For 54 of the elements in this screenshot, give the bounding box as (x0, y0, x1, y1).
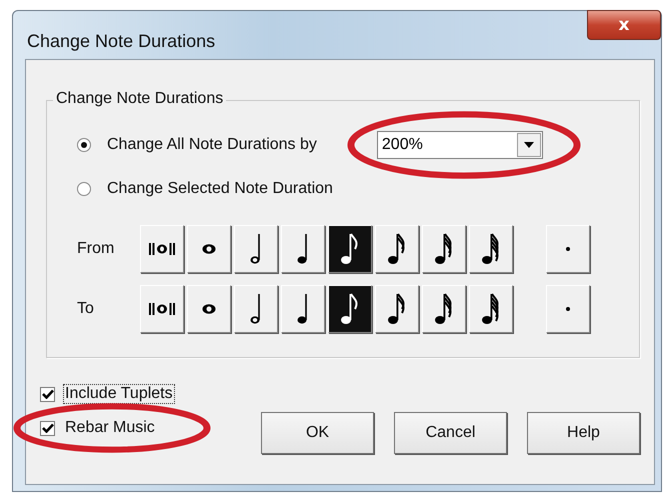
close-button[interactable]: x (587, 10, 661, 40)
thirty-second-note-icon (434, 293, 454, 325)
eighth-note-icon (340, 233, 360, 265)
note-button[interactable] (422, 285, 466, 333)
dialog-button[interactable]: Cancel (394, 412, 507, 454)
half-note-icon (250, 293, 262, 325)
checkmark-icon (42, 389, 54, 399)
note-button[interactable] (469, 225, 513, 273)
whole-note-icon (202, 244, 216, 254)
dialog-button[interactable]: OK (261, 412, 374, 454)
note-button[interactable] (422, 225, 466, 273)
checkbox-label: Rebar Music (64, 418, 156, 438)
checkbox[interactable] (40, 386, 55, 402)
percent-dropdown[interactable]: 200% (376, 131, 543, 159)
note-button[interactable] (375, 285, 419, 333)
note-button[interactable] (328, 225, 372, 273)
note-button[interactable] (234, 225, 278, 273)
radio-label: Change All Note Durations by (107, 136, 317, 154)
note-button[interactable] (187, 225, 231, 273)
note-button[interactable] (140, 225, 184, 273)
checkbox-label: Include Tuplets (63, 384, 175, 404)
radio-button[interactable] (77, 182, 91, 196)
note-button[interactable] (140, 285, 184, 333)
checkmark-icon (42, 423, 54, 433)
breve-note-icon (149, 303, 175, 315)
radio-label: Change Selected Note Duration (107, 180, 333, 198)
sixteenth-note-icon (387, 233, 407, 265)
whole-note-icon (202, 304, 216, 314)
sixty-fourth-note-icon (481, 233, 501, 265)
note-button[interactable] (281, 285, 325, 333)
note-button[interactable] (375, 225, 419, 273)
note-button[interactable] (328, 285, 372, 333)
dialog-button[interactable]: Help (527, 412, 640, 454)
window-title: Change Note Durations (27, 31, 216, 52)
quarter-note-icon (297, 233, 309, 265)
dot-icon (566, 247, 570, 251)
row-label: To (77, 300, 95, 318)
dot-icon (566, 307, 570, 311)
half-note-icon (250, 233, 262, 265)
quarter-note-icon (297, 293, 309, 325)
note-button[interactable] (469, 285, 513, 333)
group-title: Change Note Durations (53, 90, 226, 108)
radio-button[interactable] (77, 138, 91, 152)
row-label: From (77, 240, 116, 258)
note-button[interactable] (187, 285, 231, 333)
breve-note-icon (149, 243, 175, 255)
eighth-note-icon (340, 293, 360, 325)
note-button[interactable] (234, 285, 278, 333)
sixteenth-note-icon (387, 293, 407, 325)
sixty-fourth-note-icon (481, 293, 501, 325)
note-button[interactable] (281, 225, 325, 273)
checkbox[interactable] (40, 420, 55, 436)
thirty-second-note-icon (434, 233, 454, 265)
dropdown-arrow-icon (524, 142, 534, 148)
